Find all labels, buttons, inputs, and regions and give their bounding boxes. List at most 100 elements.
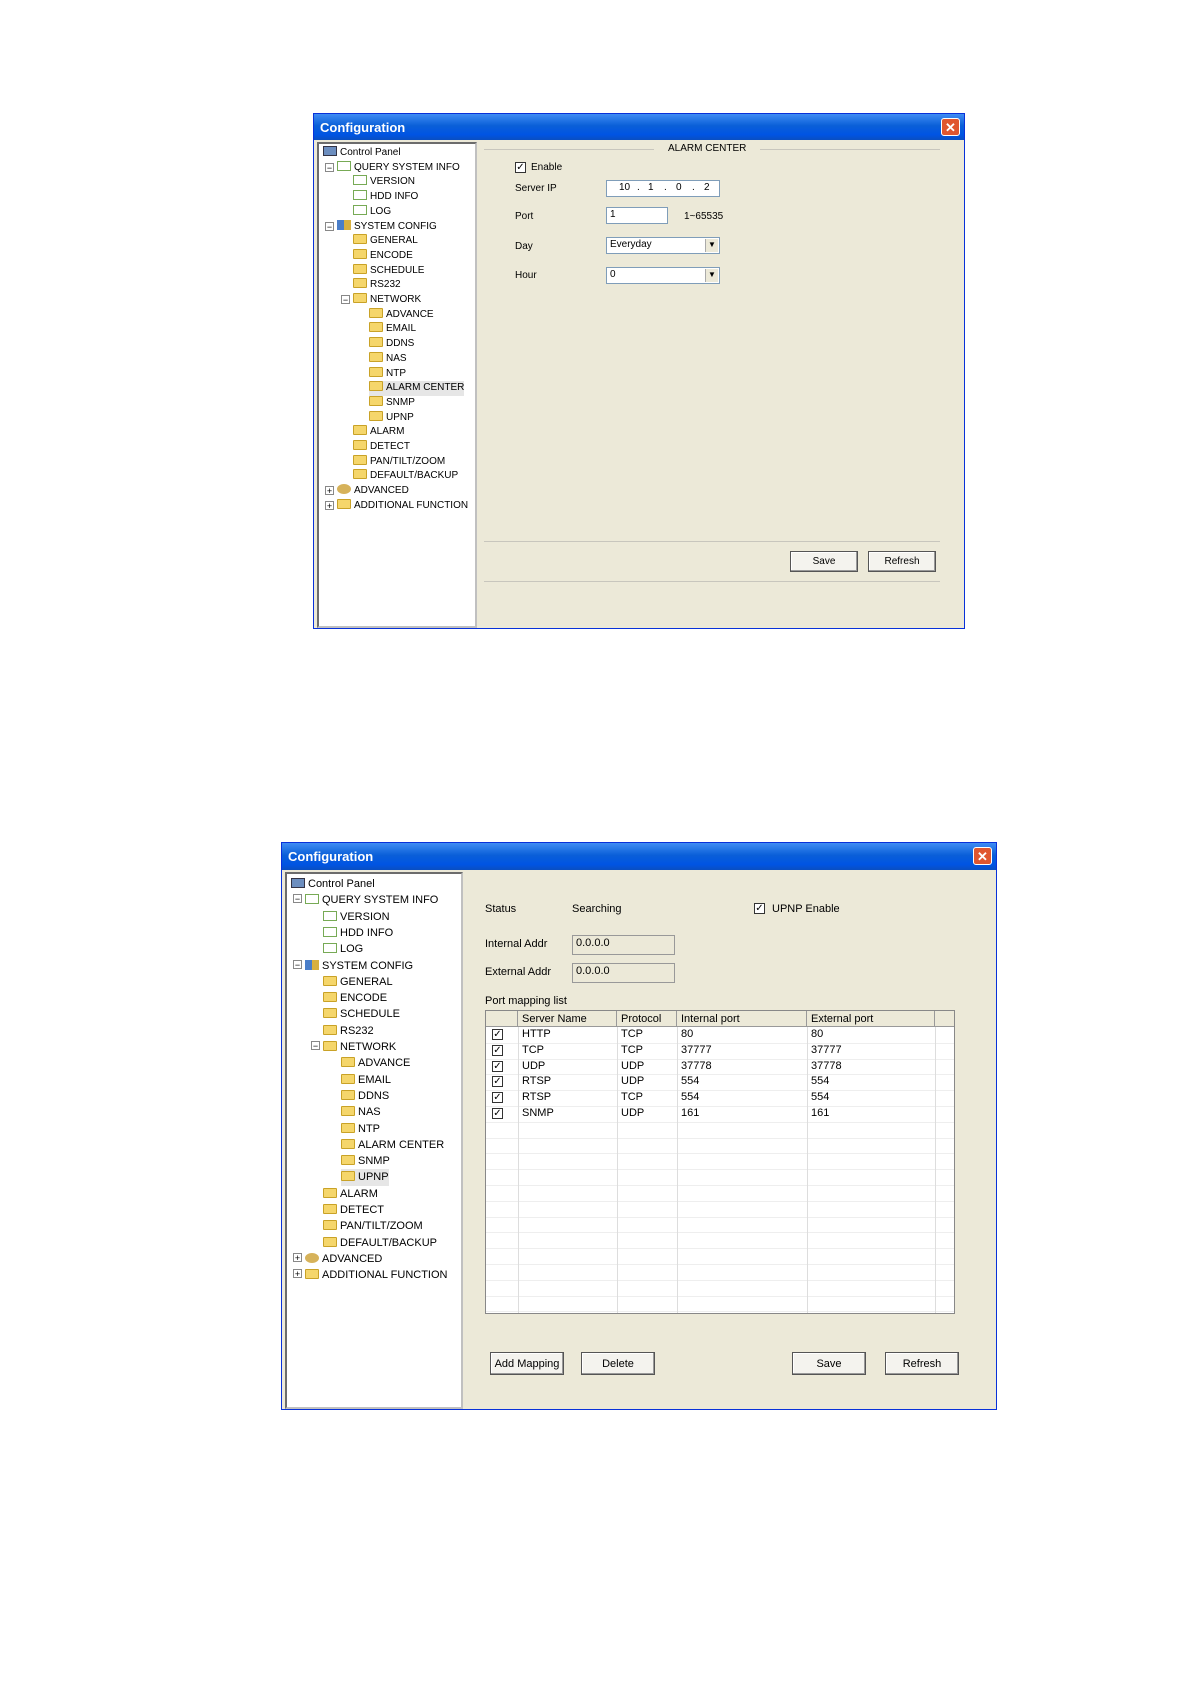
close-icon[interactable]: ✕ [973, 847, 992, 865]
collapse-icon[interactable]: − [293, 894, 302, 904]
save-button[interactable]: Save [792, 1352, 866, 1375]
column-header-external-port[interactable]: External port [807, 1011, 935, 1027]
collapse-icon[interactable]: − [293, 959, 302, 969]
tree-item[interactable]: SYSTEM CONFIG [305, 958, 413, 974]
tree-item[interactable]: QUERY SYSTEM INFO [305, 892, 438, 908]
collapse-icon[interactable]: − [311, 1041, 320, 1051]
tree-item[interactable]: DDNS [341, 1088, 389, 1104]
tree-item[interactable]: PAN/TILT/ZOOM [353, 454, 445, 470]
tree-item[interactable]: RS232 [353, 278, 401, 293]
table-cell-external[interactable]: 37777 [811, 1044, 842, 1056]
row-checkbox[interactable]: ✓ [492, 1060, 503, 1072]
table-cell-protocol[interactable]: TCP [621, 1044, 643, 1056]
tree-item[interactable]: EMAIL [341, 1072, 391, 1088]
port-mapping-table[interactable]: Server Name Protocol Internal port Exter… [485, 1010, 955, 1314]
column-header-protocol[interactable]: Protocol [617, 1011, 677, 1027]
table-cell-external[interactable]: 554 [811, 1075, 829, 1087]
tree-item[interactable]: HDD INFO [323, 925, 393, 941]
expand-icon[interactable]: + [325, 500, 334, 510]
ip-octet-3[interactable]: 0 [676, 182, 682, 193]
tree-item[interactable]: UPNP [341, 1169, 389, 1186]
table-cell-name[interactable]: RTSP [522, 1091, 551, 1103]
navigation-tree[interactable]: Control Panel − QUERY SYSTEM INFO VERSION HD… [317, 142, 477, 628]
tree-item[interactable]: ENCODE [323, 990, 387, 1006]
refresh-button[interactable]: Refresh [885, 1352, 959, 1375]
tree-item[interactable]: ADDITIONAL FUNCTION [305, 1267, 448, 1283]
tree-item[interactable]: DETECT [353, 440, 410, 455]
tree-item[interactable]: HDD INFO [353, 190, 418, 205]
row-checkbox[interactable]: ✓ [492, 1044, 503, 1056]
table-cell-name[interactable]: RTSP [522, 1075, 551, 1087]
table-cell-name[interactable]: HTTP [522, 1028, 551, 1040]
tree-item[interactable]: SCHEDULE [323, 1006, 400, 1022]
tree-item[interactable]: ADVANCED [337, 484, 409, 499]
row-checkbox[interactable]: ✓ [492, 1092, 503, 1104]
tree-item[interactable]: ALARM CENTER [369, 381, 465, 396]
port-input[interactable]: 1 [606, 207, 668, 224]
tree-item[interactable]: ALARM [353, 425, 404, 440]
tree-item[interactable]: DEFAULT/BACKUP [353, 469, 458, 484]
tree-item[interactable]: ADDITIONAL FUNCTION [337, 498, 468, 514]
tree-item[interactable]: EMAIL [369, 322, 416, 337]
refresh-button[interactable]: Refresh [868, 551, 936, 572]
chevron-down-icon[interactable]: ▼ [705, 239, 718, 252]
tree-item[interactable]: NAS [369, 351, 407, 367]
tree-item[interactable]: GENERAL [323, 974, 393, 990]
table-cell-external[interactable]: 80 [811, 1028, 823, 1040]
table-cell-internal[interactable]: 37777 [681, 1044, 712, 1056]
table-cell-protocol[interactable]: UDP [621, 1060, 644, 1072]
close-icon[interactable]: ✕ [941, 118, 960, 136]
tree-item[interactable]: ADVANCE [369, 307, 434, 323]
tree-item[interactable]: Control Panel [323, 146, 401, 161]
day-select[interactable]: Everyday ▼ [606, 237, 720, 254]
table-cell-internal[interactable]: 80 [681, 1028, 693, 1040]
upnp-enable-checkbox[interactable]: ✓ [754, 903, 765, 914]
tree-item[interactable]: SNMP [369, 395, 415, 411]
title-bar[interactable]: Configuration ✕ [314, 114, 964, 140]
expand-icon[interactable]: + [325, 486, 334, 496]
table-cell-internal[interactable]: 37778 [681, 1060, 712, 1072]
save-button[interactable]: Save [790, 551, 858, 572]
table-cell-protocol[interactable]: TCP [621, 1028, 643, 1040]
column-header-server-name[interactable]: Server Name [518, 1011, 617, 1027]
tree-item[interactable]: ALARM CENTER [341, 1137, 444, 1153]
tree-item[interactable]: ENCODE [353, 248, 413, 264]
tree-item[interactable]: VERSION [323, 909, 390, 925]
ip-octet-1[interactable]: 10 [619, 182, 630, 193]
collapse-icon[interactable]: − [325, 221, 334, 231]
table-cell-external[interactable]: 161 [811, 1107, 829, 1119]
table-cell-protocol[interactable]: UDP [621, 1075, 644, 1087]
table-cell-name[interactable]: SNMP [522, 1107, 554, 1119]
title-bar[interactable]: Configuration ✕ [282, 843, 996, 870]
tree-item[interactable]: QUERY SYSTEM INFO [337, 160, 460, 176]
tree-item[interactable]: LOG [353, 204, 391, 220]
tree-item[interactable]: SNMP [341, 1153, 390, 1169]
row-checkbox[interactable]: ✓ [492, 1076, 503, 1088]
tree-item[interactable]: DEFAULT/BACKUP [323, 1235, 437, 1251]
tree-item[interactable]: GENERAL [353, 234, 418, 249]
server-ip-field[interactable]: 10 . 1 . 0 . 2 [606, 180, 720, 197]
row-checkbox[interactable]: ✓ [492, 1029, 503, 1040]
tree-item[interactable]: ADVANCE [341, 1055, 410, 1071]
tree-item[interactable]: ALARM [323, 1186, 378, 1202]
tree-item[interactable]: Control Panel [291, 876, 375, 892]
collapse-icon[interactable]: − [341, 295, 350, 305]
ip-octet-2[interactable]: 1 [648, 182, 654, 193]
table-cell-name[interactable]: TCP [522, 1044, 544, 1056]
hour-select[interactable]: 0 ▼ [606, 267, 720, 284]
table-cell-internal[interactable]: 554 [681, 1075, 699, 1087]
ip-octet-4[interactable]: 2 [704, 182, 710, 193]
column-header-internal-port[interactable]: Internal port [677, 1011, 807, 1027]
tree-item[interactable]: ADVANCED [305, 1251, 382, 1267]
tree-item[interactable]: SYSTEM CONFIG [337, 219, 437, 235]
tree-item[interactable]: NETWORK [323, 1039, 396, 1055]
collapse-icon[interactable]: − [325, 162, 334, 172]
tree-item[interactable]: NAS [341, 1104, 381, 1120]
tree-item[interactable]: NTP [369, 366, 406, 382]
tree-item[interactable]: SCHEDULE [353, 263, 424, 279]
tree-item[interactable]: DDNS [369, 337, 414, 352]
chevron-down-icon[interactable]: ▼ [705, 269, 718, 282]
row-checkbox[interactable]: ✓ [492, 1108, 503, 1119]
add-mapping-button[interactable]: Add Mapping [490, 1352, 564, 1375]
table-cell-name[interactable]: UDP [522, 1060, 545, 1072]
